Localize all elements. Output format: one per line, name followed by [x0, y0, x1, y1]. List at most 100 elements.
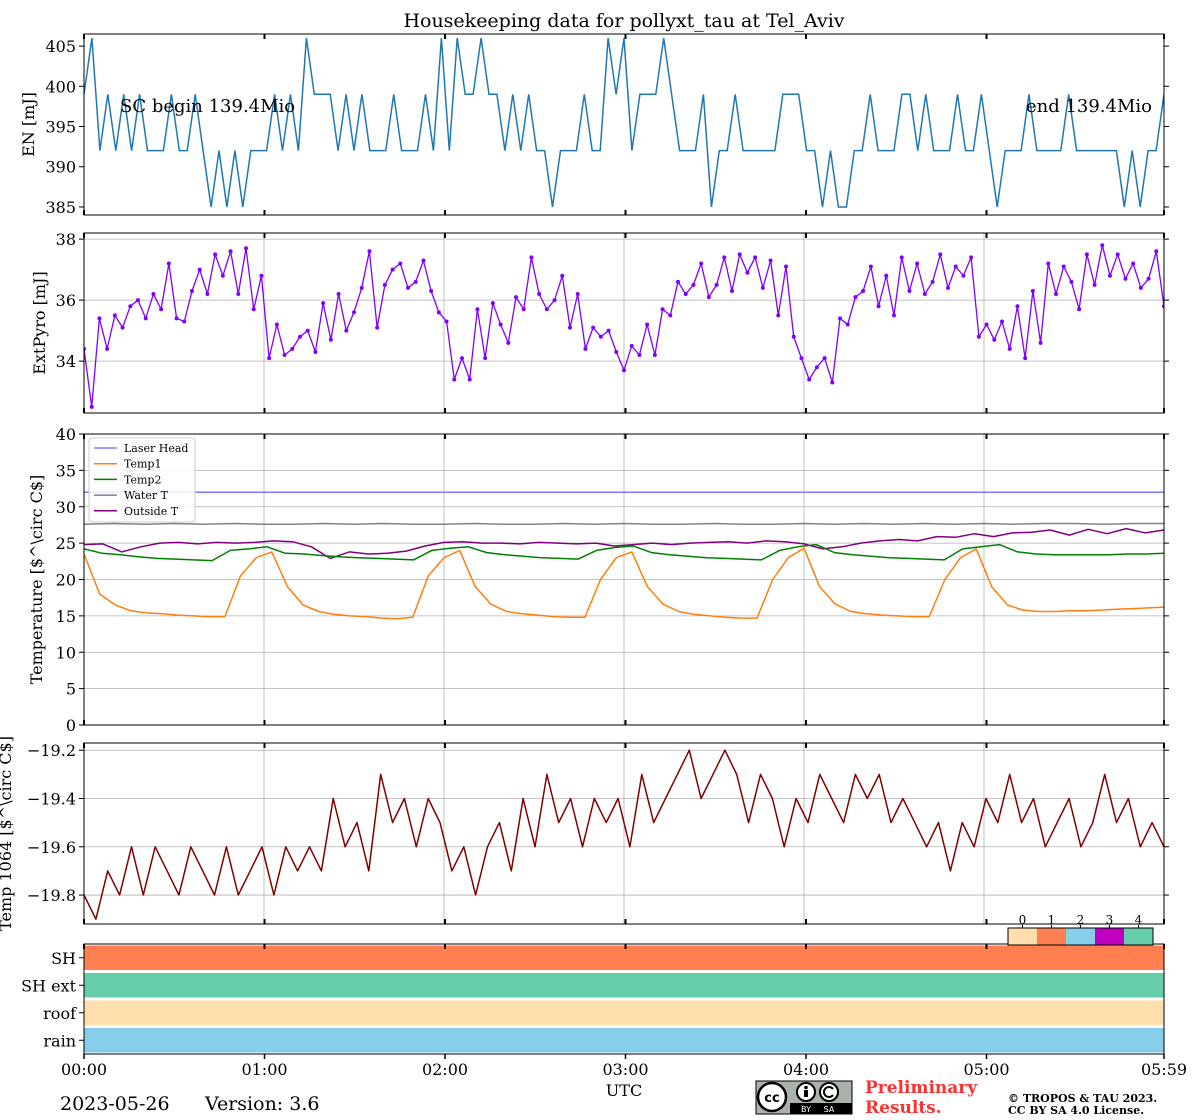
- status-label: SH ext: [21, 976, 76, 995]
- extpyro-point: [814, 365, 819, 370]
- extpyro-point: [251, 307, 256, 312]
- extpyro-point: [868, 264, 873, 269]
- legend-label: Water T: [124, 489, 169, 502]
- extpyro-point: [352, 310, 356, 315]
- status-label: SH: [51, 949, 76, 968]
- extpyro-point: [606, 328, 611, 333]
- extpyro-point: [1115, 252, 1120, 257]
- extpyro-point: [398, 261, 403, 266]
- temperature-legend: Laser Head Temp1 Temp2 Water T Outside T: [88, 437, 196, 523]
- housekeeping-figure: Housekeeping data for pollyxt_tau at Tel…: [0, 10, 1187, 1118]
- extpyro-point: [413, 279, 418, 284]
- extpyro-point: [89, 404, 94, 409]
- colorbar-tick-label: 1: [1048, 913, 1056, 927]
- extpyro-point: [529, 255, 534, 260]
- extpyro-point: [691, 282, 696, 287]
- extpyro-point: [490, 301, 495, 306]
- legend-label: Temp2: [124, 473, 161, 486]
- extpyro-point: [452, 377, 457, 382]
- extpyro-point: [737, 252, 742, 257]
- status-band: [84, 1028, 1164, 1053]
- extpyro-point: [220, 273, 225, 278]
- extpyro-point: [1123, 276, 1128, 281]
- extpyro-point: [120, 325, 125, 330]
- extpyro-point: [406, 285, 410, 290]
- extpyro-point: [961, 273, 966, 278]
- extpyro-point: [151, 292, 156, 297]
- extpyro-point: [753, 255, 758, 260]
- extpyro-point: [845, 322, 850, 327]
- y-tick-label: 20: [56, 571, 76, 590]
- panels: 385390395400405EN [mJ] SC begin 139.4Mio e…: [0, 33, 1187, 1100]
- svg-text:BY: BY: [801, 1105, 811, 1114]
- extpyro-point: [899, 255, 904, 260]
- y-axis-label: Temperature [$^\circ C$]: [27, 475, 46, 685]
- extpyro-point: [714, 282, 719, 287]
- extpyro-point: [174, 316, 179, 321]
- extpyro-point: [575, 292, 580, 297]
- extpyro-point: [907, 288, 912, 293]
- extpyro-point: [112, 313, 117, 318]
- extpyro-point: [760, 285, 765, 290]
- extpyro-point: [390, 267, 395, 272]
- extpyro-point: [305, 328, 310, 333]
- extpyro-point: [622, 368, 626, 373]
- status-band: [84, 973, 1164, 998]
- extpyro-point: [213, 252, 218, 257]
- extpyro-point: [136, 298, 140, 303]
- extpyro-point: [1131, 261, 1136, 266]
- extpyro-point: [105, 346, 110, 351]
- extpyro-point: [1030, 288, 1035, 293]
- extpyro-point: [1038, 340, 1043, 345]
- extpyro-point: [1077, 307, 1082, 312]
- extpyro-point: [938, 252, 943, 257]
- extpyro-point: [182, 319, 187, 324]
- y-tick-label: −19.2: [27, 741, 76, 760]
- extpyro-point: [799, 356, 804, 361]
- y-tick-label: 35: [56, 461, 76, 480]
- y-tick-label: 34: [56, 352, 76, 371]
- extpyro-point: [1000, 319, 1004, 324]
- extpyro-point: [560, 273, 565, 278]
- extpyro-point: [97, 316, 102, 321]
- extpyro-point: [128, 304, 133, 309]
- extpyro-point: [282, 353, 287, 358]
- extpyro-point: [668, 313, 673, 318]
- extpyro-point: [930, 279, 935, 284]
- extpyro-point: [892, 313, 896, 318]
- extpyro-point: [498, 322, 503, 327]
- extpyro-point: [274, 322, 279, 327]
- y-tick-label: 395: [45, 118, 76, 137]
- y-tick-label: 385: [45, 198, 76, 217]
- extpyro-point: [591, 325, 596, 330]
- y-tick-label: 400: [45, 77, 76, 96]
- y-tick-label: 36: [56, 291, 76, 310]
- colorbar-swatch: [1124, 928, 1153, 945]
- extpyro-point: [336, 292, 341, 297]
- extpyro-point: [822, 356, 827, 361]
- extpyro-point: [568, 325, 572, 330]
- extpyro-point: [876, 304, 881, 309]
- colorbar-tick-label: 2: [1077, 913, 1085, 927]
- extpyro-point: [683, 292, 688, 297]
- extpyro-point: [637, 353, 642, 358]
- extpyro-point: [359, 285, 364, 290]
- extpyro-point: [807, 377, 812, 382]
- y-tick-label: 390: [45, 158, 76, 177]
- extpyro-point: [776, 313, 781, 318]
- extpyro-point: [946, 285, 950, 290]
- extpyro-point: [552, 298, 557, 303]
- x-tick-label: 03:00: [602, 1060, 648, 1079]
- extpyro-point: [1007, 346, 1012, 351]
- extpyro-point: [984, 322, 989, 327]
- extpyro-point: [460, 356, 464, 361]
- y-tick-label: −19.4: [27, 790, 76, 809]
- extpyro-point: [429, 288, 434, 293]
- y-tick-label: 5: [66, 680, 76, 699]
- extpyro-point: [1015, 304, 1020, 309]
- status-band: [84, 1000, 1164, 1025]
- extpyro-point: [660, 307, 665, 312]
- colorbar-tick-label: 4: [1135, 913, 1143, 927]
- legend-label: Temp1: [124, 458, 161, 471]
- y-tick-label: 10: [56, 643, 76, 662]
